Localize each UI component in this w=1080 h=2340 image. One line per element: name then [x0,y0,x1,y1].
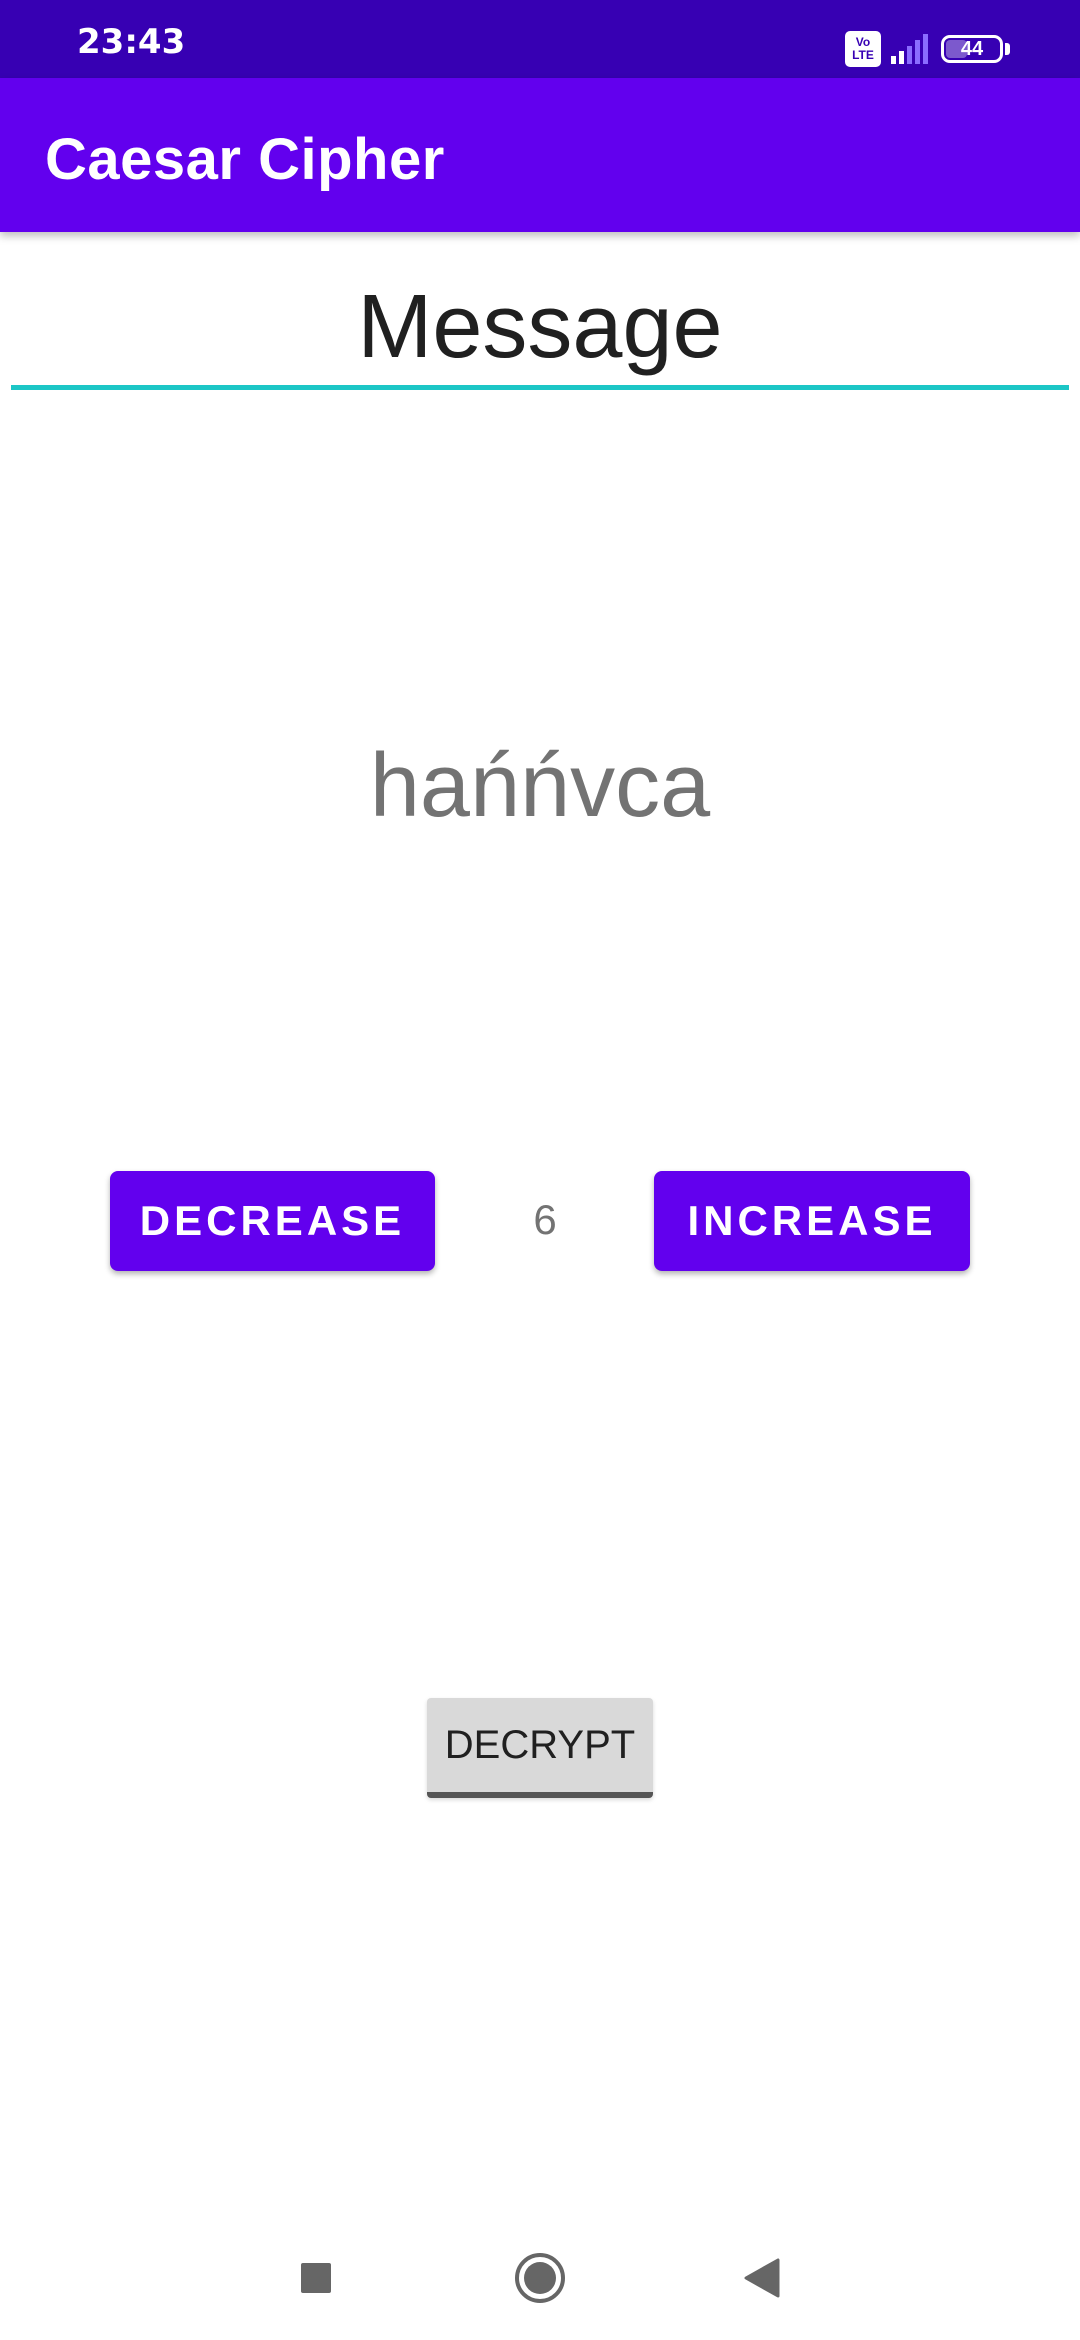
app-bar: Caesar Cipher [0,78,1080,232]
recents-button[interactable] [286,2248,346,2308]
circle-icon [515,2253,565,2303]
signal-icon [891,34,928,64]
battery-level: 44 [960,37,984,60]
battery-tip [1005,43,1010,55]
app-title: Caesar Cipher [45,127,445,192]
volte-icon: Vo LTE [845,31,881,67]
decrypt-button[interactable]: DECRYPT [427,1698,653,1798]
shift-value: 6 [533,1196,557,1243]
message-input[interactable] [11,270,1069,390]
volte-line2: LTE [852,48,874,62]
back-button[interactable] [732,2248,792,2308]
result-text: hańńvca [369,736,711,836]
increase-button[interactable]: INCREASE [654,1171,970,1271]
navigation-bar [0,2220,1080,2340]
decrease-button[interactable]: DECREASE [110,1171,435,1271]
triangle-back-icon [744,2258,780,2298]
status-bar: 23:43 Vo LTE 44 [0,0,1080,78]
home-button[interactable] [510,2248,570,2308]
status-icons: Vo LTE 44 [845,28,1010,70]
battery-icon: 44 [941,35,1003,63]
status-time: 23:43 [77,22,186,62]
square-icon [301,2263,331,2293]
